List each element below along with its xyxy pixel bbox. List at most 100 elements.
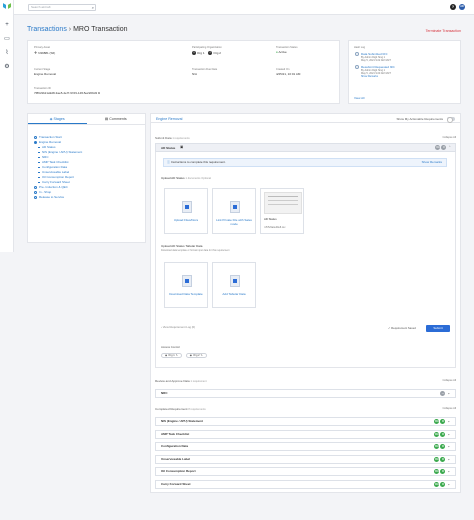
link-file-icon — [230, 201, 240, 213]
add-tabular-data-card[interactable]: Add Tabular Data — [212, 262, 256, 308]
pencil-icon: ✎ — [175, 354, 178, 357]
status-value: Active — [278, 50, 287, 54]
chevron-down-icon[interactable]: ⌄ — [447, 482, 450, 487]
completed-heading: Completed Requirement 8 requirements — [155, 407, 206, 411]
org-approved-icon: O — [440, 456, 446, 462]
stage-bullet-icon — [38, 162, 40, 163]
upload-icon — [182, 201, 192, 213]
access-pill[interactable]: ◉ Org 2 ✎ — [185, 353, 207, 358]
stage-item[interactable]: Release to Service — [34, 195, 141, 200]
uploaded-document-card[interactable]: AD Status n7b5c9a4eb9e8.csv — [260, 188, 304, 234]
completed-requirement-row[interactable]: Oil Consumption Report DA O ⌄ — [155, 467, 456, 476]
app-logo[interactable] — [3, 3, 11, 9]
chevron-down-icon[interactable]: ⌄ — [447, 391, 450, 396]
participant-chip: O Org 1 — [192, 51, 205, 55]
terminate-transaction-link[interactable]: Terminate Transaction — [426, 29, 461, 33]
upload-heading: Upload AD Status 1 documents Optional — [161, 176, 211, 180]
stage-bullet-icon — [34, 141, 37, 144]
submit-data-heading: Submit Data 1 requirements — [155, 136, 190, 140]
chevron-down-icon[interactable]: ⌄ — [447, 432, 450, 437]
left-sidebar: + ▭ ⌇ ⚙ — [0, 0, 14, 252]
data-approved-icon: DA — [434, 469, 440, 474]
collapse-all-completed-link[interactable]: Collapse All — [442, 407, 456, 410]
ad-status-header[interactable]: AD Status ▣ DA O ⌃ — [155, 143, 456, 152]
actionable-toggle-label: Show My Actionable Requirements — [396, 117, 443, 121]
plus-icon[interactable]: + — [3, 22, 11, 29]
layers-icon: ◈ — [49, 117, 53, 121]
chevron-up-icon[interactable]: ⌃ — [448, 145, 451, 150]
stage-list: Transaction Start Engine Removal AD Status… — [34, 135, 141, 200]
document-filename: n7b5c9a4eb9e8.csv — [264, 226, 286, 229]
tab-comments[interactable]: ▤ Comments — [87, 114, 146, 124]
status-label: Transaction Status — [276, 46, 298, 49]
section-title: Engine Removal — [156, 117, 183, 121]
completed-requirement-row[interactable]: Configuration Data DA O ⌄ — [155, 442, 456, 451]
chevron-down-icon[interactable]: ⌄ — [447, 457, 450, 462]
check-icon: ✓ — [388, 326, 391, 330]
history-bullet-icon — [355, 65, 359, 69]
pencil-icon: ✎ — [200, 354, 203, 357]
access-pill[interactable]: ◉ Org 1 ✎ — [161, 353, 182, 358]
participants-label: Participating Organization — [192, 46, 222, 49]
folder-icon[interactable]: ▭ — [3, 36, 11, 43]
review-heading: Review and Approve Data 1 requirement — [155, 379, 207, 383]
analytics-icon[interactable]: ⌇ — [3, 50, 11, 57]
download-template-icon — [182, 275, 192, 287]
link-file-card[interactable]: Link Private File with Sales mode — [212, 188, 256, 234]
show-remarks-link[interactable]: Show Remarks — [361, 75, 455, 78]
actionable-requirements-toggle[interactable] — [447, 117, 455, 123]
completed-requirement-row[interactable]: Carry Forward Sheet DA O ⌄ — [155, 479, 456, 489]
transaction-summary-card: Primary Asset ✈ N39881 (S6) Participatin… — [27, 40, 340, 104]
eye-icon: ◉ — [165, 354, 168, 357]
help-icon[interactable]: ? — [450, 4, 456, 10]
search-icon[interactable]: ⌕ — [92, 5, 94, 10]
search-placeholder: Search aircraft — [31, 5, 51, 9]
history-card: Hash Log Data Submitted NFC By Admin Dig… — [348, 40, 461, 104]
primary-asset-value[interactable]: N39881 (S6) — [38, 51, 55, 55]
tabular-heading: Upload AD Status Tabular Data — [161, 244, 203, 248]
org-approved-icon: O — [440, 431, 446, 437]
collapse-all-link[interactable]: Collapse All — [442, 136, 456, 139]
breadcrumb-separator: › — [68, 26, 72, 33]
upload-files-card[interactable]: Upload Files/Docs — [164, 188, 208, 234]
due-date-value: N/A — [192, 72, 198, 76]
history-item: Data Submitted NFC By Admin Digit Sing 1… — [354, 52, 455, 62]
chevron-down-icon[interactable]: ⌄ — [447, 469, 450, 474]
transaction-id-label: Transaction ID — [34, 87, 51, 90]
completed-requirement-row[interactable]: NIS (Engine / APU) Statement DA O ⌄ — [155, 417, 456, 426]
breadcrumb-transactions[interactable]: Transactions — [27, 26, 67, 33]
completed-requirement-row[interactable]: Unserviceable Label DA O ⌄ — [155, 454, 456, 464]
user-avatar[interactable]: AD — [459, 4, 465, 10]
org-icon: O — [441, 145, 447, 150]
pending-icon: — — [440, 391, 446, 396]
stage-bullet-icon — [38, 167, 40, 168]
stage-bullet-icon — [38, 182, 40, 183]
document-thumbnail — [264, 192, 302, 214]
search-input[interactable]: Search aircraft ⌕ — [28, 4, 96, 11]
page-title-text: MRO Transaction — [73, 26, 128, 33]
data-icon: DA — [435, 145, 441, 150]
stages-panel: ◈ Stages ▤ Comments Transaction Start Eng… — [27, 113, 146, 243]
review-requirement-row[interactable]: NRC — ⌄ — [155, 389, 456, 398]
transaction-id-value: 7f89c9b21a9d8-3ae5-4e7f-97d9-14f15e2209d… — [34, 91, 98, 95]
data-approved-icon: DA — [434, 481, 440, 487]
copy-icon[interactable]: ⧉ — [98, 91, 100, 95]
submit-button[interactable]: Submit — [426, 325, 450, 332]
completed-requirement-row[interactable]: AMP Task Checklist DA O ⌄ — [155, 429, 456, 439]
view-requirement-log-link[interactable]: › View Requirement Log (0) — [161, 325, 195, 329]
collapse-all-review-link[interactable]: Collapse All — [442, 379, 456, 382]
stage-bullet-icon — [38, 147, 40, 148]
chevron-down-icon[interactable]: ⌄ — [447, 444, 450, 449]
current-stage-label: Current Stage — [34, 68, 51, 71]
show-remarks-button[interactable]: Show Remarks — [422, 159, 442, 166]
instruction-text: Instructions to complete this requiremen… — [170, 160, 226, 164]
download-template-card[interactable]: Download Data Template — [164, 262, 208, 308]
chevron-down-icon[interactable]: ⌄ — [447, 419, 450, 424]
tab-stages[interactable]: ◈ Stages — [28, 114, 87, 124]
data-approved-icon: DA — [434, 431, 440, 437]
add-tabular-icon — [230, 275, 240, 287]
access-control-pills: ◉ Org 1 ✎ ◉ Org 2 ✎ — [161, 353, 210, 358]
settings-gear-icon[interactable]: ⚙ — [3, 64, 11, 71]
access-control-label: Access Control — [161, 345, 180, 349]
view-all-link[interactable]: View All — [354, 96, 364, 100]
